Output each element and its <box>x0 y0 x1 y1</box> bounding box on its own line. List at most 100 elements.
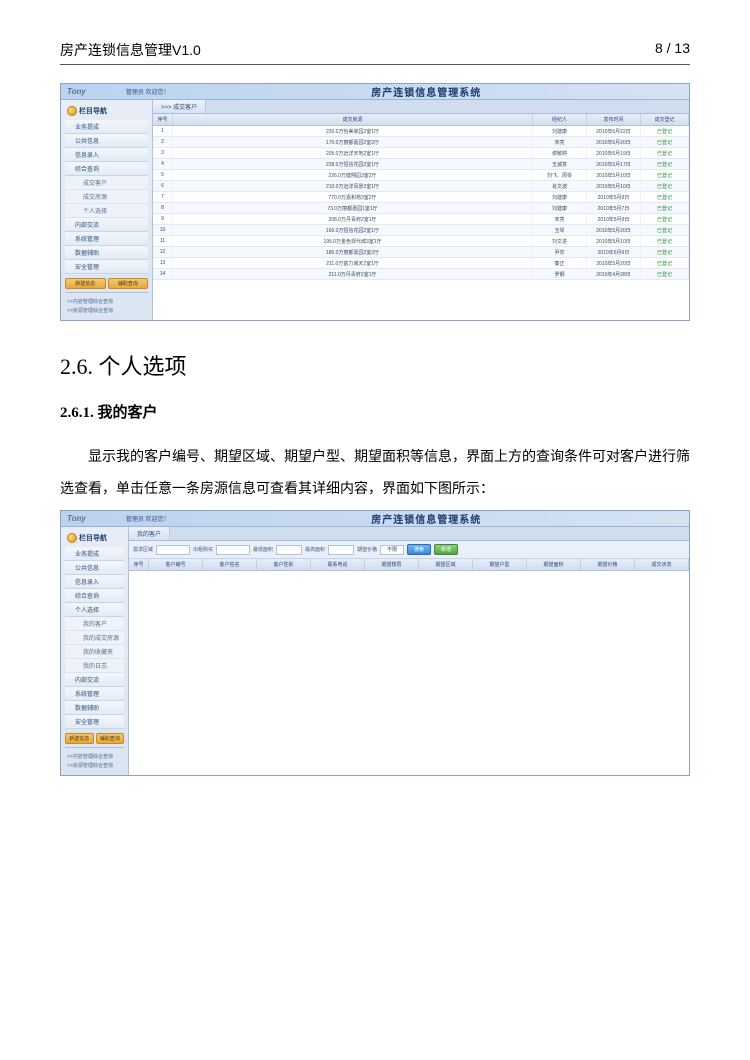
nav-item[interactable]: 业务提成 <box>65 547 124 561</box>
col-header: 成交状态 <box>635 559 689 570</box>
col-header: 客户编号 <box>149 559 203 570</box>
filter-select-unit[interactable]: 不限 <box>380 545 404 555</box>
filter-input-area[interactable] <box>156 545 190 555</box>
cell-agent: 宋亮 <box>533 214 587 224</box>
col-status: 成交登记 <box>641 114 689 125</box>
table-row[interactable]: 2170.0万丽都嘉园2室2厅宋亮2010年6月20日已登记 <box>153 137 689 148</box>
cell-house: 770.0万嘉和苑3室2厅 <box>173 192 533 202</box>
nav-item[interactable]: 内部交流 <box>65 673 124 687</box>
cell-date: 2010年6月22日 <box>587 126 641 136</box>
app-titlebar: Tony 管理员 欢迎您！ 房产连锁信息管理系统 <box>61 511 689 527</box>
table-header: 序号客户编号客户姓名客户性别联系电话期望楼层期望区域期望户型期望面积期望价格成交… <box>129 559 689 571</box>
nav-subitem[interactable]: 我的成交房源 <box>65 631 124 645</box>
table-row[interactable]: 13211.0万富力城天2室1厅秦正2010年5月20日已登记 <box>153 258 689 269</box>
cell-agent: 刘建康 <box>533 192 587 202</box>
cell-index: 13 <box>153 258 173 268</box>
side-note[interactable]: >>房源管理综合查询 <box>65 760 124 769</box>
cell-house: 170.0万丽都嘉园2室2厅 <box>173 137 533 147</box>
table-row[interactable]: 10160.0万恒信花园2室1厅玉琴2010年5月20日已登记 <box>153 225 689 236</box>
cell-house: 180.0万丽都嘉园2室2厅 <box>173 247 533 257</box>
filter-label-area: 需求区域 <box>133 546 153 553</box>
side-note[interactable]: >>内容管理综合查询 <box>65 751 124 760</box>
search-button[interactable]: 搜索 <box>407 544 431 555</box>
cell-date: 2010年4月28日 <box>587 269 641 279</box>
add-button[interactable]: 新增 <box>434 544 458 555</box>
app-logo: Tony <box>67 87 86 96</box>
nav-item[interactable]: 系统管理 <box>65 232 148 246</box>
cell-house: 228.0万恒信花园2室1厅 <box>173 159 533 169</box>
nav-item[interactable]: 系统管理 <box>65 687 124 701</box>
table-row[interactable]: 5226.0万健翔园3室2厅刘飞、周琴2010年5月10日已登记 <box>153 170 689 181</box>
sidebar-header-label: 栏目导航 <box>79 533 107 543</box>
nav-item[interactable]: 安全管理 <box>65 260 148 274</box>
nav-item[interactable]: 业务提成 <box>65 120 148 134</box>
nav-item[interactable]: 安全管理 <box>65 715 124 729</box>
col-date: 发布时间 <box>587 114 641 125</box>
nav-item[interactable]: 综合查询 <box>65 589 124 603</box>
screenshot-myclients: Tony 管理员 欢迎您！ 房产连锁信息管理系统 栏目导航 业务提成 公共信息 … <box>60 510 690 776</box>
table-row[interactable]: 7770.0万嘉和苑3室2厅刘建康2010年5月9日已登记 <box>153 192 689 203</box>
cell-house: 205.0万远洋天地2室1厅 <box>173 148 533 158</box>
nav-subitem[interactable]: 个人选择 <box>65 204 148 218</box>
filter-input-max[interactable] <box>328 545 354 555</box>
cell-date: 2010年5月10日 <box>587 236 641 246</box>
cell-house: 210.0万远洋风景2室1厅 <box>173 181 533 191</box>
cell-agent: 秦正 <box>533 258 587 268</box>
table-row[interactable]: 6210.0万远洋风景2室1厅肖文波2010年5月10日已登记 <box>153 181 689 192</box>
cell-index: 5 <box>153 170 173 180</box>
cell-house: 226.0万健翔园3室2厅 <box>173 170 533 180</box>
section-heading-2: 2.6.1. 我的客户 <box>60 401 690 422</box>
filter-input-min[interactable] <box>276 545 302 555</box>
filter-select-way[interactable] <box>216 545 250 555</box>
side-note[interactable]: >>房源管理综合查询 <box>65 305 148 314</box>
nav-subitem[interactable]: 成交房源 <box>65 190 148 204</box>
cell-status: 已登记 <box>641 203 689 213</box>
nav-item[interactable]: 数据辅助 <box>65 246 148 260</box>
cell-date: 2010年6月17日 <box>587 159 641 169</box>
nav-item[interactable]: 信息录入 <box>65 575 124 589</box>
cell-date: 2010年5月10日 <box>587 170 641 180</box>
section-heading-1: 2.6. 个人选项 <box>60 349 690 381</box>
cell-house: 220.0万怡美家园2室1厅 <box>173 126 533 136</box>
cell-agent: 刘飞、周琴 <box>533 170 587 180</box>
side-note[interactable]: >>内容管理综合查询 <box>65 296 148 305</box>
aux-query-button[interactable]: 辅助查询 <box>108 278 149 289</box>
table-row[interactable]: 9208.0万丹青府2室1厅宋亮2010年5月9日已登记 <box>153 214 689 225</box>
table-row[interactable]: 873.0万丽都嘉园1室1厅刘建康2010年5月7日已登记 <box>153 203 689 214</box>
nav-item[interactable]: 公共信息 <box>65 561 124 575</box>
table-row[interactable]: 3205.0万远洋天地2室1厅谢敏婷2010年6月19日已登记 <box>153 148 689 159</box>
cell-date: 2010年6月20日 <box>587 137 641 147</box>
table-row[interactable]: 11195.0万金色现代城3室1厅刘文进2010年5月10日已登记 <box>153 236 689 247</box>
filter-label-max: 最高面积 <box>305 546 325 553</box>
screenshot-transactions: Tony 管理员 欢迎您！ 房产连锁信息管理系统 栏目导航 业务提成 公共信息 … <box>60 83 690 321</box>
new-info-button[interactable]: 新建信息 <box>65 733 94 744</box>
nav-subitem[interactable]: 我的日志 <box>65 659 124 673</box>
nav-item[interactable]: 公共信息 <box>65 134 148 148</box>
table-row[interactable]: 12180.0万丽都嘉园2室2厅尹莎2010年6月9日已登记 <box>153 247 689 258</box>
nav-subitem[interactable]: 我的客户 <box>65 617 124 631</box>
nav-item[interactable]: 内部交流 <box>65 218 148 232</box>
nav-item[interactable]: 个人选择 <box>65 603 124 617</box>
cell-status: 已登记 <box>641 269 689 279</box>
nav-item[interactable]: 数据辅助 <box>65 701 124 715</box>
nav-subitem[interactable]: 我的收藏夹 <box>65 645 124 659</box>
table-row[interactable]: 1220.0万怡美家园2室1厅刘建康2010年6月22日已登记 <box>153 126 689 137</box>
cell-house: 73.0万丽都嘉园1室1厅 <box>173 203 533 213</box>
new-info-button[interactable]: 新建信息 <box>65 278 106 289</box>
nav-subitem[interactable]: 成交客户 <box>65 176 148 190</box>
cell-house: 208.0万丹青府2室1厅 <box>173 214 533 224</box>
tab-transactions[interactable]: >>> 成交客户 <box>153 100 206 113</box>
table-row[interactable]: 4228.0万恒信花园2室1厅玉诚意2010年6月17日已登记 <box>153 159 689 170</box>
table-row[interactable]: 14211.0万丹青府2室1厅罗钢2010年4月28日已登记 <box>153 269 689 280</box>
nav-item[interactable]: 信息录入 <box>65 148 148 162</box>
cell-index: 2 <box>153 137 173 147</box>
cell-agent: 刘建康 <box>533 126 587 136</box>
aux-query-button[interactable]: 辅助查询 <box>96 733 125 744</box>
cell-status: 已登记 <box>641 159 689 169</box>
tab-myclients[interactable]: 我的客户 <box>129 527 170 540</box>
cell-date: 2010年5月7日 <box>587 203 641 213</box>
col-header: 期望楼层 <box>365 559 419 570</box>
cell-house: 211.0万富力城天2室1厅 <box>173 258 533 268</box>
nav-item[interactable]: 综合查询 <box>65 162 148 176</box>
app-logo: Tony <box>67 514 86 523</box>
